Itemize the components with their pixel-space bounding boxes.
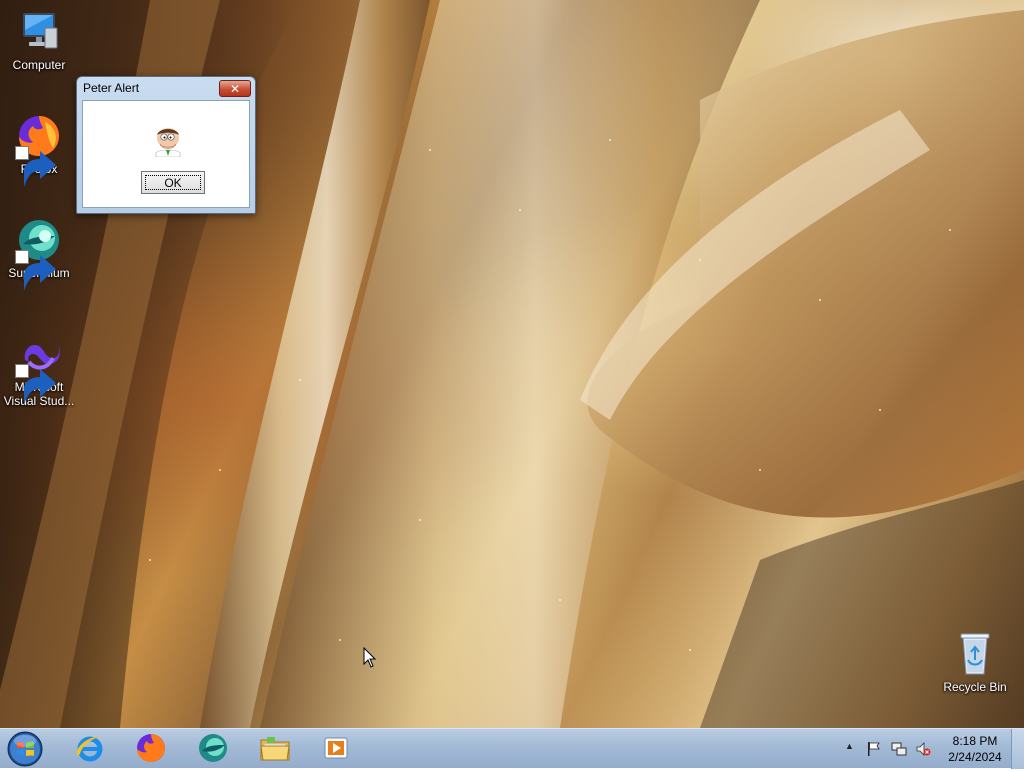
desktop-icon-firefox[interactable]: Firefox — [1, 112, 77, 187]
visual-studio-icon — [15, 330, 63, 405]
clock-time: 8:18 PM — [952, 734, 998, 748]
windows-orb-icon — [7, 731, 43, 767]
recycle-bin-icon — [951, 630, 999, 678]
computer-icon — [15, 8, 63, 56]
firefox-icon — [137, 734, 165, 762]
taskbar-media-player[interactable] — [320, 732, 352, 764]
desktop-icon-supermium[interactable]: Supermium — [1, 216, 77, 291]
close-button[interactable]: ✕ — [219, 80, 251, 97]
dialog-title: Peter Alert — [83, 81, 140, 95]
supermium-icon — [199, 734, 227, 762]
volume-muted-icon[interactable] — [915, 741, 931, 757]
firefox-icon — [15, 112, 63, 187]
clock-date: 2/24/2024 — [948, 750, 1002, 764]
focus-ring — [145, 175, 201, 190]
internet-explorer-icon — [76, 736, 103, 762]
show-hidden-icons-button[interactable]: ▲ — [845, 741, 861, 757]
taskbar-supermium[interactable] — [197, 732, 229, 764]
shortcut-arrow-icon — [15, 364, 56, 405]
desktop-icon-label: Recycle Bin — [943, 680, 1007, 694]
desktop-icon-visual-studio[interactable]: Microsoft Visual Stud... — [1, 330, 77, 408]
folder-icon — [260, 737, 290, 761]
media-player-icon — [324, 737, 348, 759]
taskbar-internet-explorer[interactable] — [74, 732, 106, 764]
show-desktop-button[interactable] — [1011, 729, 1024, 769]
peter-griffin-icon — [151, 123, 185, 158]
desktop-icon-label: Computer — [12, 58, 66, 72]
mouse-cursor-icon — [363, 646, 377, 669]
peter-alert-dialog[interactable]: Peter Alert ✕ OK — [76, 76, 256, 214]
shortcut-arrow-icon — [15, 250, 56, 291]
network-icon[interactable] — [891, 741, 907, 757]
taskbar-firefox[interactable] — [135, 732, 167, 764]
close-icon: ✕ — [229, 81, 241, 96]
ok-button[interactable]: OK — [141, 171, 205, 194]
taskbar-windows-explorer[interactable] — [259, 732, 291, 764]
shortcut-arrow-icon — [15, 146, 56, 187]
start-button[interactable] — [6, 730, 44, 768]
system-clock[interactable]: 8:18 PM 2/24/2024 — [942, 733, 1008, 765]
taskbar: ▲ 8:18 PM 2/24/2024 — [0, 728, 1024, 769]
desktop-icon-computer[interactable]: Computer — [1, 8, 77, 72]
dialog-body: OK — [82, 100, 250, 208]
action-center-flag-icon[interactable] — [866, 741, 882, 757]
desktop-icon-recycle-bin[interactable]: Recycle Bin — [937, 630, 1013, 694]
supermium-icon — [15, 216, 63, 291]
